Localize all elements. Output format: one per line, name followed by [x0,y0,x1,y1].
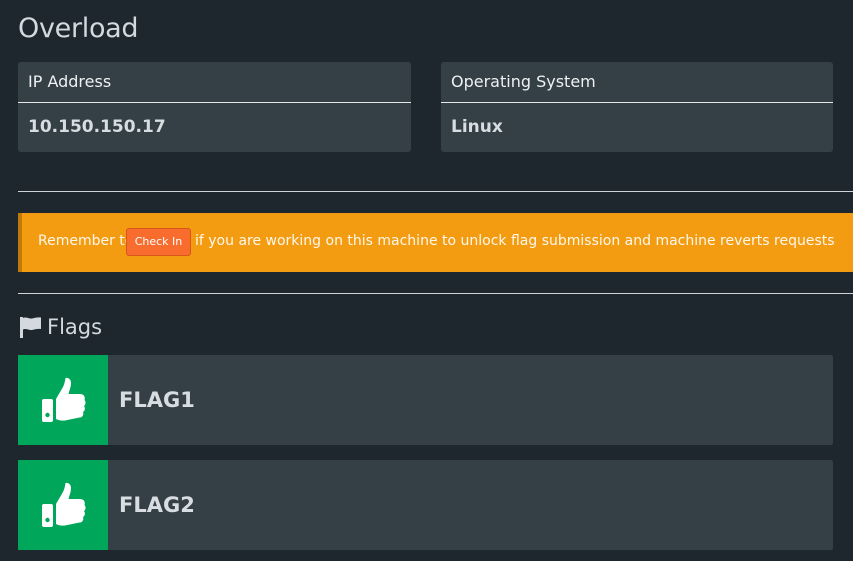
thumbs-up-icon [42,482,86,527]
check-in-button[interactable]: Check In [126,228,191,256]
operating-system-value: Linux [451,117,503,137]
flags-heading: Flags [18,313,102,341]
operating-system-label: Operating System [451,72,596,91]
flag-item-flag1: FLAG1 [18,355,833,445]
flag-item-flag2: FLAG2 [18,460,833,550]
flag-name: FLAG2 [119,493,195,517]
divider [18,293,853,294]
ip-address-card: IP Address 10.150.150.17 [18,62,411,152]
flag-status-success [18,355,108,445]
operating-system-card: Operating System Linux [441,62,833,152]
card-divider [441,102,833,103]
flags-title: Flags [47,315,103,339]
flag-name: FLAG1 [119,388,195,412]
ip-address-label: IP Address [28,72,112,91]
checkin-alert: Remember to Check In if you are working … [18,213,853,272]
card-divider [18,102,411,103]
flag-status-success [18,460,108,550]
alert-text-after: if you are working on this machine to un… [195,233,835,249]
alert-text-before: Remember to [38,233,134,249]
flag-icon [20,317,41,338]
page-title: Overload [18,13,139,44]
thumbs-up-icon [42,377,86,422]
divider [18,191,853,192]
ip-address-value: 10.150.150.17 [28,117,166,137]
